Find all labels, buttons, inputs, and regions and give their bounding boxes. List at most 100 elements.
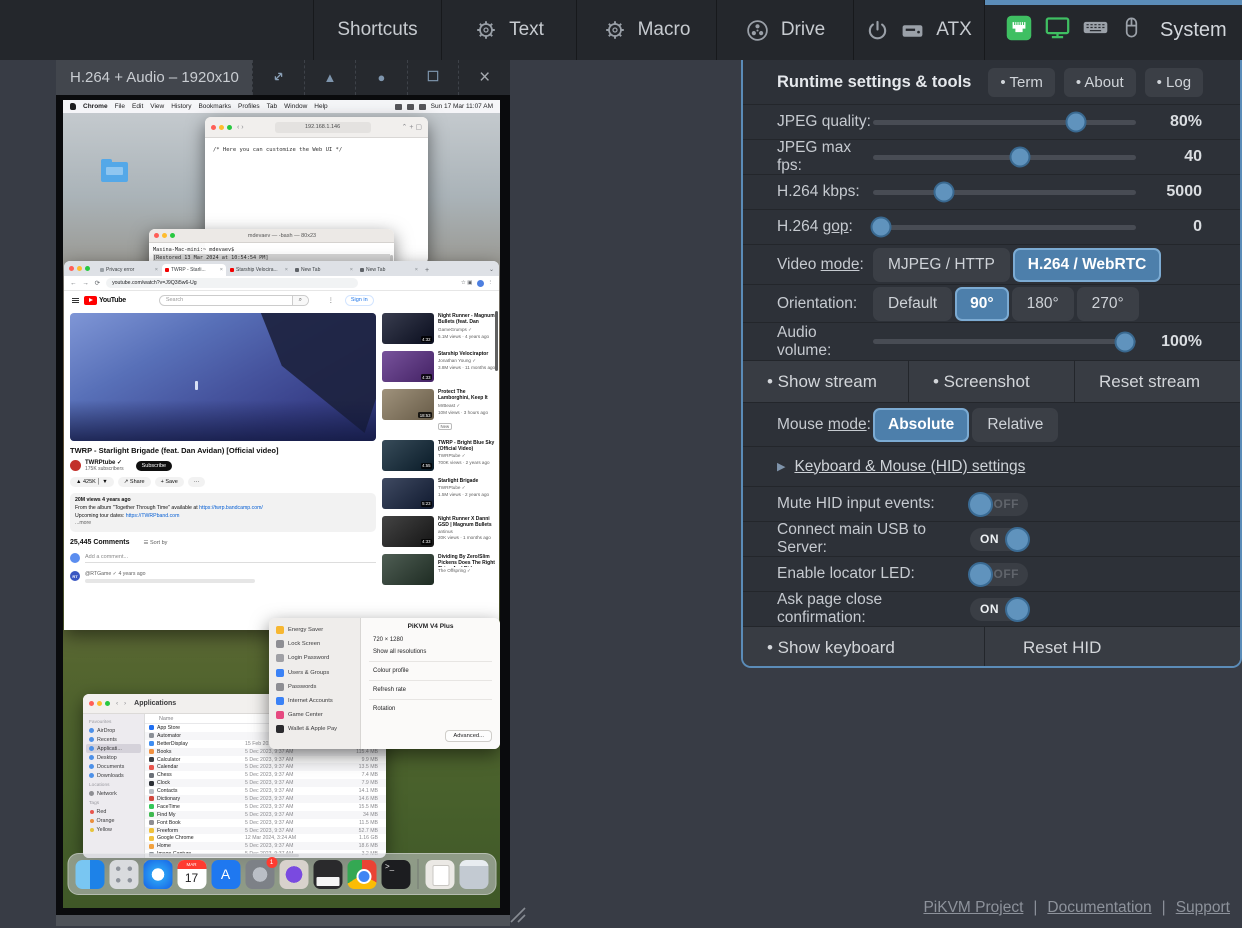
slider-thumb[interactable] bbox=[934, 182, 955, 203]
stream-fullscreen-button[interactable] bbox=[252, 60, 304, 95]
resize-handle[interactable] bbox=[508, 905, 528, 928]
stream-center-button[interactable]: ● bbox=[355, 60, 407, 95]
nav-macro-label: Macro bbox=[638, 19, 691, 41]
jpeg-quality-slider[interactable] bbox=[873, 120, 1136, 125]
orientation-option[interactable]: 90° bbox=[955, 287, 1008, 321]
support-link[interactable]: Support bbox=[1176, 899, 1230, 917]
hid-settings-link[interactable]: Keyboard & Mouse (HID) settings bbox=[794, 458, 1025, 476]
nav-drive-button[interactable]: Drive bbox=[716, 0, 853, 60]
orientation-option[interactable]: Default bbox=[873, 287, 952, 321]
terminal-button[interactable]: • Term bbox=[988, 68, 1054, 97]
toggle-switch[interactable]: ON bbox=[970, 598, 1028, 621]
file-date: 12 Mar 2024, 3:24 AM bbox=[245, 835, 337, 841]
slider-thumb[interactable] bbox=[1010, 147, 1031, 168]
footer-separator: | bbox=[1033, 899, 1037, 917]
jpeg-fps-slider[interactable] bbox=[873, 155, 1136, 160]
finder-file-row: Freeform 5 Dec 2023, 9:37 AM 52.7 MB bbox=[145, 827, 386, 835]
mode-help-link[interactable]: mode bbox=[821, 256, 860, 273]
screenshot-button[interactable]: • Screenshot bbox=[908, 361, 1074, 402]
nav-macro-button[interactable]: Macro bbox=[576, 0, 716, 60]
tab-close-icon: × bbox=[155, 267, 158, 273]
toggle-knob[interactable] bbox=[968, 492, 993, 517]
ethernet-status-icon bbox=[1005, 14, 1033, 47]
stream-maximize-button[interactable] bbox=[407, 60, 459, 95]
new-tab-icon: + bbox=[425, 267, 429, 274]
toggle-switch[interactable]: ON bbox=[970, 528, 1028, 551]
h264-kbps-label: H.264 kbps: bbox=[777, 183, 873, 201]
suggested-video-title: TWRP - Bright Blue Sky (Official Video) bbox=[438, 440, 496, 453]
comments-count: 25,445 Comments bbox=[70, 539, 130, 546]
window-traffic-lights bbox=[154, 233, 175, 238]
stream-video-area[interactable]: ‹ › 192.168.1.146 ⌃ + ▢ /* Here you can … bbox=[56, 95, 510, 915]
nav-system-button[interactable]: System bbox=[984, 0, 1242, 60]
slider-thumb[interactable] bbox=[1065, 112, 1086, 133]
about-button[interactable]: • About bbox=[1064, 68, 1136, 97]
nav-shortcuts-button[interactable]: Shortcuts bbox=[313, 0, 441, 60]
youtube-sidebar: 4:32 Night Runner - Magnum Bullets (feat… bbox=[382, 313, 496, 592]
pikvm-project-link[interactable]: PiKVM Project bbox=[923, 899, 1023, 917]
h264-kbps-slider[interactable] bbox=[873, 190, 1136, 195]
file-icon bbox=[149, 749, 154, 754]
toggle-knob[interactable] bbox=[1005, 597, 1030, 622]
slider-thumb[interactable] bbox=[1115, 331, 1136, 352]
tab-favicon bbox=[360, 268, 364, 272]
menubar-item: Bookmarks bbox=[198, 103, 231, 110]
dock-appstore-icon: A bbox=[211, 860, 240, 889]
stream-close-button[interactable]: × bbox=[458, 60, 510, 95]
browser-toolbar-icons: ☆ ▣ ⋮ bbox=[461, 280, 493, 287]
mouse-mode-option[interactable]: Absolute bbox=[873, 408, 969, 442]
toggle-switch[interactable]: OFF bbox=[970, 493, 1028, 516]
dock-midi-keyboard-icon bbox=[313, 860, 342, 889]
show-keyboard-button[interactable]: • Show keyboard bbox=[743, 627, 984, 668]
square-icon bbox=[426, 69, 440, 86]
file-size: 1.16 GB bbox=[337, 835, 386, 841]
video-duration: 5:23 bbox=[421, 501, 432, 507]
description-link: https://twrp.bandcamp.com/ bbox=[199, 505, 263, 511]
monitor-status-icon bbox=[1044, 14, 1071, 46]
nav-atx-button[interactable]: ATX bbox=[853, 0, 984, 60]
h264-gop-slider[interactable] bbox=[873, 225, 1136, 230]
slider-thumb[interactable] bbox=[870, 217, 891, 238]
finder-sidebar-item: AirDrop bbox=[86, 726, 141, 735]
file-name: Calendar bbox=[157, 764, 245, 770]
reset-stream-button[interactable]: Reset stream bbox=[1074, 361, 1240, 402]
settings-item-icon bbox=[276, 711, 284, 719]
stream-raise-button[interactable]: ▲ bbox=[304, 60, 356, 95]
audio-volume-slider[interactable] bbox=[873, 339, 1136, 344]
log-button[interactable]: • Log bbox=[1145, 68, 1203, 97]
reset-hid-button[interactable]: Reset HID bbox=[984, 627, 1240, 668]
toggle-row: Ask page close confirmation: ON bbox=[743, 591, 1240, 626]
video-mode-option[interactable]: MJPEG / HTTP bbox=[873, 248, 1010, 282]
settings-item-icon bbox=[276, 640, 284, 648]
mode-help-link[interactable]: mode bbox=[828, 416, 867, 433]
file-icon bbox=[149, 773, 154, 778]
h264-gop-label: H.264 gop: bbox=[777, 218, 873, 236]
orientation-option[interactable]: 270° bbox=[1077, 287, 1139, 321]
menu-burger-icon bbox=[72, 298, 79, 303]
orientation-option[interactable]: 180° bbox=[1012, 287, 1074, 321]
documentation-link[interactable]: Documentation bbox=[1047, 899, 1151, 917]
safari-share-icon: ⌃ + ▢ bbox=[402, 123, 422, 131]
toggle-knob[interactable] bbox=[968, 562, 993, 587]
toggle-switch[interactable]: OFF bbox=[970, 563, 1028, 586]
gop-help-link[interactable]: gop bbox=[823, 218, 849, 235]
nav-text-button[interactable]: Text bbox=[441, 0, 576, 60]
channel-row: TWRPtube ✓ 175K subscribers Subscribe bbox=[70, 459, 376, 472]
show-stream-button[interactable]: • Show stream bbox=[743, 361, 908, 402]
toggle-knob[interactable] bbox=[1005, 527, 1030, 552]
tab-close-icon: × bbox=[285, 267, 288, 273]
mouse-mode-option[interactable]: Relative bbox=[972, 408, 1058, 442]
suggested-video-channel: GameGrumps ✓ bbox=[438, 327, 496, 333]
footer-separator: | bbox=[1162, 899, 1166, 917]
dot-icon: ● bbox=[378, 70, 386, 85]
safari-nav-icons: ‹ › bbox=[237, 124, 244, 131]
file-size: 13.5 MB bbox=[337, 764, 386, 770]
settings-item-icon bbox=[276, 697, 284, 705]
video-mode-option[interactable]: H.264 / WebRTC bbox=[1013, 248, 1162, 282]
like-button: ▲ 425K │ ▼ bbox=[70, 477, 114, 487]
chrome-tabs: Privacy error × TWRP - Starli... × bbox=[97, 264, 421, 276]
stream-window-titlebar[interactable]: H.264 + Audio – 1920x10 ▲ ● × bbox=[56, 60, 510, 95]
menubar-item: Help bbox=[314, 103, 327, 110]
finder-file-row: Contacts 5 Dec 2023, 9:37 AM 14.1 MB bbox=[145, 787, 386, 795]
finder-file-row: Calculator 5 Dec 2023, 9:37 AM 9.9 MB bbox=[145, 756, 386, 764]
